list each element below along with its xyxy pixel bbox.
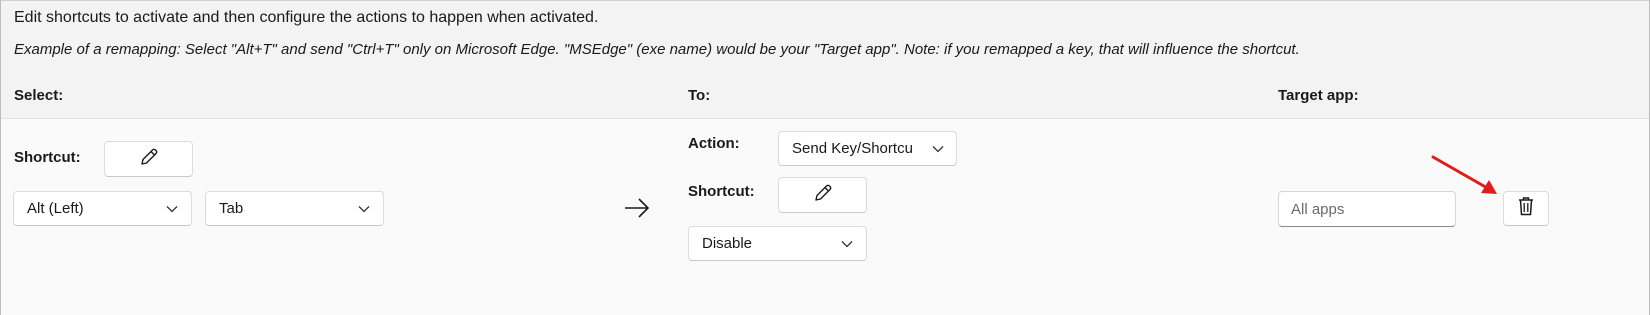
- instruction-text: Edit shortcuts to activate and then conf…: [14, 9, 599, 26]
- delete-remap-button[interactable]: [1503, 191, 1549, 226]
- annotation-arrow-icon: [1429, 153, 1501, 202]
- chevron-down-icon: [834, 240, 860, 248]
- action-dropdown[interactable]: Send Key/Shortcu: [778, 131, 957, 166]
- column-header-to: To:: [688, 87, 711, 104]
- chevron-down-icon: [928, 145, 948, 153]
- right-arrow-icon: [623, 197, 651, 224]
- column-header-target-app: Target app:: [1278, 87, 1359, 104]
- action-label: Action:: [688, 135, 740, 152]
- chevron-down-icon: [159, 205, 185, 213]
- select-key2-value: Tab: [219, 200, 244, 217]
- select-key1-value: Alt (Left): [27, 200, 84, 217]
- target-app-placeholder: All apps: [1291, 200, 1345, 218]
- edit-to-shortcut-button[interactable]: [778, 177, 867, 213]
- edit-select-shortcut-button[interactable]: [104, 141, 193, 177]
- to-key1-value: Disable: [702, 235, 753, 252]
- remap-row: Shortcut: Alt (Left) Tab Action: Send Ke…: [1, 119, 1649, 315]
- select-key1-dropdown[interactable]: Alt (Left): [13, 191, 192, 226]
- action-value: Send Key/Shortcu: [792, 140, 913, 157]
- trash-icon: [1516, 195, 1536, 222]
- example-text: Example of a remapping: Select "Alt+T" a…: [14, 41, 1300, 58]
- select-key2-dropdown[interactable]: Tab: [205, 191, 384, 226]
- shortcut-remap-panel: Edit shortcuts to activate and then conf…: [0, 0, 1650, 315]
- chevron-down-icon: [351, 205, 377, 213]
- to-shortcut-label: Shortcut:: [688, 183, 755, 200]
- column-header-select: Select:: [14, 87, 64, 104]
- panel-header: Edit shortcuts to activate and then conf…: [1, 1, 1649, 119]
- select-shortcut-label: Shortcut:: [14, 149, 81, 166]
- pencil-icon: [138, 146, 160, 173]
- pencil-icon: [812, 182, 834, 209]
- to-key1-dropdown[interactable]: Disable: [688, 226, 867, 261]
